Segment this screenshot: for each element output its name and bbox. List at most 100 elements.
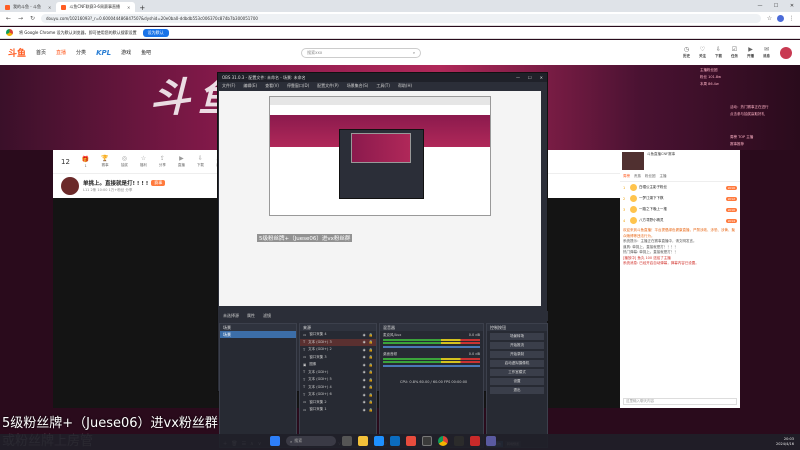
reload-icon[interactable]: ↻ xyxy=(29,15,36,22)
nav-follow[interactable]: ♡ 关注 xyxy=(699,46,706,59)
app-icon[interactable] xyxy=(486,436,496,446)
icon-item[interactable]: ▶ 直播 xyxy=(178,155,185,168)
file-explorer-icon[interactable] xyxy=(358,436,368,446)
lock-icon[interactable]: 🔒 xyxy=(369,370,373,374)
visibility-eye-icon[interactable]: ◉ xyxy=(363,400,366,404)
rank-row[interactable]: 1 白帽公主影子粉丝 LV10 xyxy=(620,182,740,193)
user-avatar[interactable] xyxy=(780,46,792,59)
lock-icon[interactable]: 🔒 xyxy=(369,355,373,359)
start-recording-button[interactable]: 开始录制 xyxy=(490,351,544,358)
nav-broadcast[interactable]: ▶ 开播 xyxy=(747,46,754,59)
maximize-button[interactable]: ☐ xyxy=(768,3,784,9)
forward-icon[interactable]: → xyxy=(17,15,24,22)
lock-icon[interactable]: 🔒 xyxy=(369,348,373,352)
source-item[interactable]: T 文本 (GDI+) 6 ◉ 🔒 xyxy=(300,391,376,399)
nav-link-kpl[interactable]: KPL xyxy=(96,49,111,57)
visibility-eye-icon[interactable]: ◉ xyxy=(363,393,366,397)
icon-item[interactable]: ⇪ 分享 xyxy=(159,155,166,168)
store-icon[interactable] xyxy=(390,436,400,446)
chat-tab-anchor[interactable]: 主播 xyxy=(660,174,667,179)
nav-task[interactable]: ☑ 任务 xyxy=(731,46,738,59)
profile-avatar[interactable] xyxy=(777,15,784,22)
icon-item[interactable]: ◎ 抽奖 xyxy=(121,155,128,168)
rank-row[interactable]: 3 一路之下晚上一推 LV10 xyxy=(620,204,740,215)
obs-maximize-button[interactable]: ☐ xyxy=(528,75,532,80)
visibility-eye-icon[interactable]: ◉ xyxy=(363,370,366,374)
visibility-eye-icon[interactable]: ◉ xyxy=(363,363,366,367)
visibility-eye-icon[interactable]: ◉ xyxy=(363,340,366,344)
stream-tag[interactable]: 赛事 xyxy=(151,180,166,186)
close-window-button[interactable]: ✕ xyxy=(784,3,800,9)
visibility-eye-icon[interactable]: ◉ xyxy=(363,408,366,412)
nav-history[interactable]: ◷ 历史 xyxy=(683,46,690,59)
search-input[interactable]: 搜索xxx ⌕ xyxy=(301,47,422,58)
obs-menu-view[interactable]: 查看(V) xyxy=(265,83,279,89)
source-item[interactable]: ▭ 窗口采集 3 ◉ 🔒 xyxy=(300,354,376,362)
volume-fader[interactable] xyxy=(383,346,480,348)
lock-icon[interactable]: 🔒 xyxy=(369,393,373,397)
start-streaming-button[interactable]: 开始推流 xyxy=(490,342,544,349)
streamer-avatar[interactable] xyxy=(61,177,79,195)
obs-menu-docks[interactable]: 停靠窗口(D) xyxy=(287,83,309,89)
menu-dots-icon[interactable]: ⋮ xyxy=(788,15,795,22)
search-icon[interactable]: ⌕ xyxy=(413,50,415,55)
visibility-eye-icon[interactable]: ◉ xyxy=(363,348,366,352)
obs-menu-tools[interactable]: 工具(T) xyxy=(376,83,390,89)
exit-button[interactable]: 退出 xyxy=(490,387,544,394)
settings-button[interactable]: 设置 xyxy=(490,378,544,385)
studio-mode-button[interactable]: 工作室模式 xyxy=(490,369,544,376)
obs-taskbar-icon[interactable] xyxy=(422,436,432,446)
obs-close-button[interactable]: ✕ xyxy=(540,75,543,80)
obs-menu-file[interactable]: 文件(F) xyxy=(222,83,235,89)
source-item[interactable]: T 文本 (GDI+) ◉ 🔒 xyxy=(300,369,376,377)
filters-button[interactable]: 滤镜 xyxy=(263,313,271,319)
nav-message[interactable]: ✉ 消息 xyxy=(763,46,770,59)
lock-icon[interactable]: 🔒 xyxy=(369,363,373,367)
app-icon[interactable] xyxy=(470,436,480,446)
rank-row[interactable]: 2 一梦江湖下下棋 LV12 xyxy=(620,193,740,204)
url-input[interactable]: douyu.com/10216093?_r=0.600044486847507&… xyxy=(41,14,761,23)
steam-icon[interactable] xyxy=(454,436,464,446)
lock-icon[interactable]: 🔒 xyxy=(369,385,373,389)
lock-icon[interactable]: 🔒 xyxy=(369,378,373,382)
douyu-logo[interactable]: 斗鱼 xyxy=(8,46,26,59)
chat-tab-fans[interactable]: 粉丝团 xyxy=(645,174,656,179)
virtual-camera-button[interactable]: 启动虚拟摄像机 xyxy=(490,360,544,367)
scene-item[interactable]: 场景 xyxy=(220,331,296,338)
nav-link-home[interactable]: 首页 xyxy=(36,49,46,56)
bookmark-star-icon[interactable]: ☆ xyxy=(766,15,773,22)
icon-item[interactable]: ☆ 福利 xyxy=(140,155,147,168)
streamer-thumbnail[interactable] xyxy=(622,152,644,170)
obs-menu-help[interactable]: 帮助(H) xyxy=(398,83,412,89)
icon-item[interactable]: 🏆 赛事 xyxy=(101,155,108,168)
source-item[interactable]: ▭ 窗口采集 2 ◉ 🔒 xyxy=(300,399,376,407)
start-icon[interactable] xyxy=(270,436,280,446)
obs-menu-profile[interactable]: 配置文件(P) xyxy=(317,83,339,89)
volume-fader[interactable] xyxy=(383,365,480,367)
lock-icon[interactable]: 🔒 xyxy=(369,408,373,412)
back-icon[interactable]: ← xyxy=(5,15,12,22)
lock-icon[interactable]: 🔒 xyxy=(369,400,373,404)
visibility-eye-icon[interactable]: ◉ xyxy=(363,378,366,382)
obs-menu-edit[interactable]: 编辑(E) xyxy=(243,83,257,89)
new-tab-button[interactable]: + xyxy=(135,4,149,12)
obs-preview[interactable]: 5级粉丝牌+（Juese06）进vx粉丝群 xyxy=(219,91,541,306)
nav-link-games[interactable]: 游戏 xyxy=(121,49,131,56)
visibility-eye-icon[interactable]: ◉ xyxy=(363,355,366,359)
app-icon[interactable] xyxy=(406,436,416,446)
obs-minimize-button[interactable]: — xyxy=(516,75,520,80)
taskbar-clock[interactable]: 20:03 2024/4/16 xyxy=(776,437,794,447)
chat-tab-noble[interactable]: 贵族 xyxy=(634,174,641,179)
source-item[interactable]: T 文本 (GDI+) 4 ◉ 🔒 xyxy=(300,384,376,392)
chrome-taskbar-icon[interactable] xyxy=(438,436,448,446)
properties-button[interactable]: 属性 xyxy=(247,313,255,319)
minimize-button[interactable]: — xyxy=(752,3,768,9)
browser-tab[interactable]: 我的斗鱼 - 斗鱼 ✕ xyxy=(0,2,56,12)
icon-item[interactable]: ⇩ 下载 xyxy=(197,155,204,168)
edge-icon[interactable] xyxy=(374,436,384,446)
chat-input[interactable]: 这里输入聊天内容 xyxy=(623,398,737,405)
source-item[interactable]: ▭ 窗口采集 4 ◉ 🔒 xyxy=(300,331,376,339)
source-item[interactable]: ▣ 图像 ◉ 🔒 xyxy=(300,361,376,369)
source-item[interactable]: ▭ 窗口采集 1 ◉ 🔒 xyxy=(300,406,376,414)
lock-icon[interactable]: 🔒 xyxy=(369,333,373,337)
